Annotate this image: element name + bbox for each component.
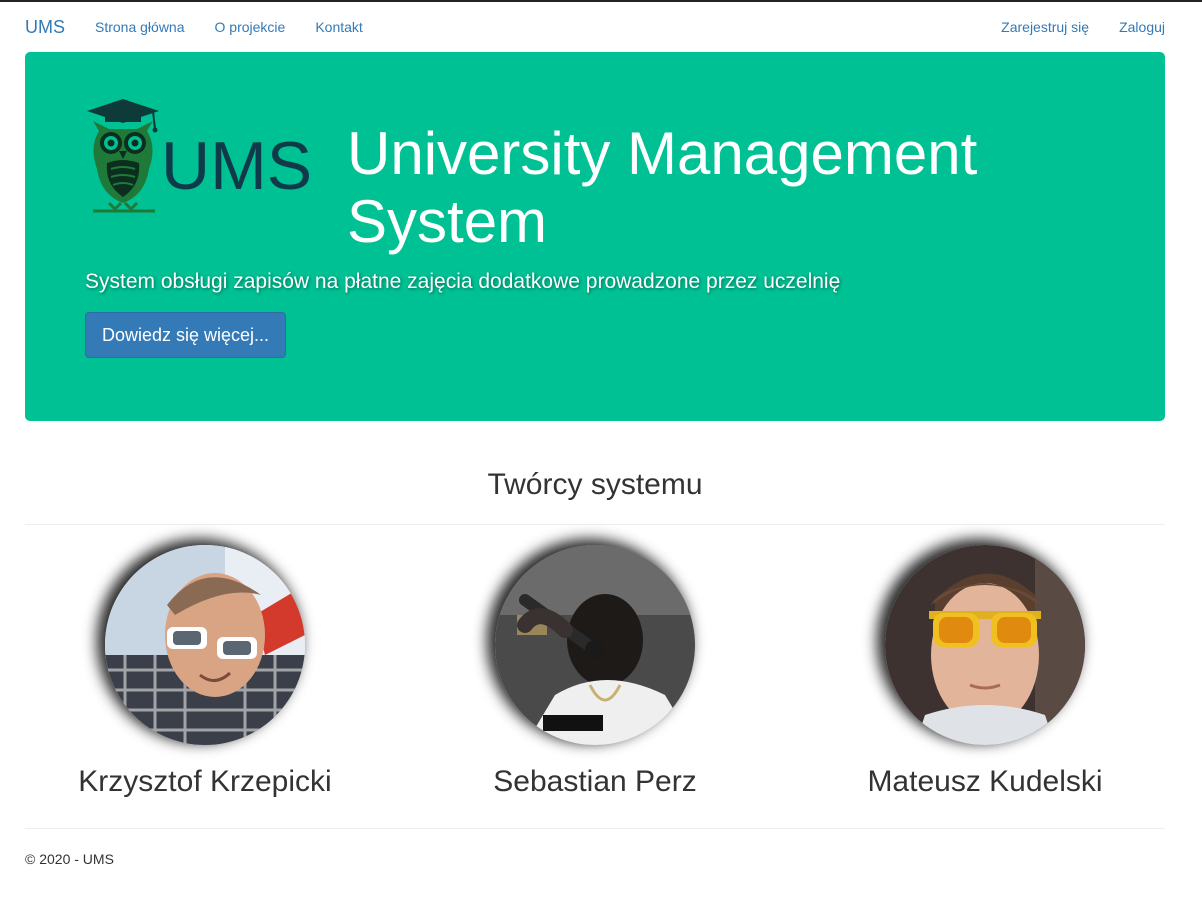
nav-contact-link[interactable]: Kontakt xyxy=(315,19,362,35)
hero-subtitle: System obsługi zapisów na płatne zajęcia… xyxy=(85,270,841,293)
avatar-photo xyxy=(105,545,305,745)
learn-more-button[interactable]: Dowiedz się więcej... xyxy=(85,312,286,358)
creator-name: Sebastian Perz xyxy=(493,765,697,798)
creator-name: Mateusz Kudelski xyxy=(867,765,1103,798)
register-link[interactable]: Zarejestruj się xyxy=(1001,19,1089,35)
footer-copyright: © 2020 - UMS xyxy=(25,851,114,867)
creator-name: Krzysztof Krzepicki xyxy=(78,765,332,798)
creators-title: Twórcy systemu xyxy=(487,468,703,501)
nav-home-link[interactable]: Strona główna xyxy=(95,19,185,35)
divider xyxy=(25,524,1165,525)
divider xyxy=(25,828,1165,829)
avatar-photo xyxy=(885,545,1085,745)
creator-card: Sebastian Perz xyxy=(405,545,785,799)
ums-owl-logo: UMS xyxy=(85,99,321,219)
creator-card: Krzysztof Krzepicki xyxy=(15,545,395,799)
brand-link[interactable]: UMS xyxy=(25,17,65,38)
hero-title: University Management System xyxy=(347,120,978,255)
nav-right: Zarejestruj się Zaloguj xyxy=(971,19,1165,35)
nav-left: Strona główna O projekcie Kontakt xyxy=(95,19,393,35)
nav-about-link[interactable]: O projekcie xyxy=(215,19,286,35)
navbar: UMS Strona główna O projekcie Kontakt Za… xyxy=(0,2,1202,50)
creator-card: Mateusz Kudelski xyxy=(795,545,1175,799)
hero-jumbotron: UMS University Management System System … xyxy=(25,52,1165,421)
avatar-photo xyxy=(495,545,695,745)
logo-text: UMS xyxy=(161,128,312,204)
login-link[interactable]: Zaloguj xyxy=(1119,19,1165,35)
